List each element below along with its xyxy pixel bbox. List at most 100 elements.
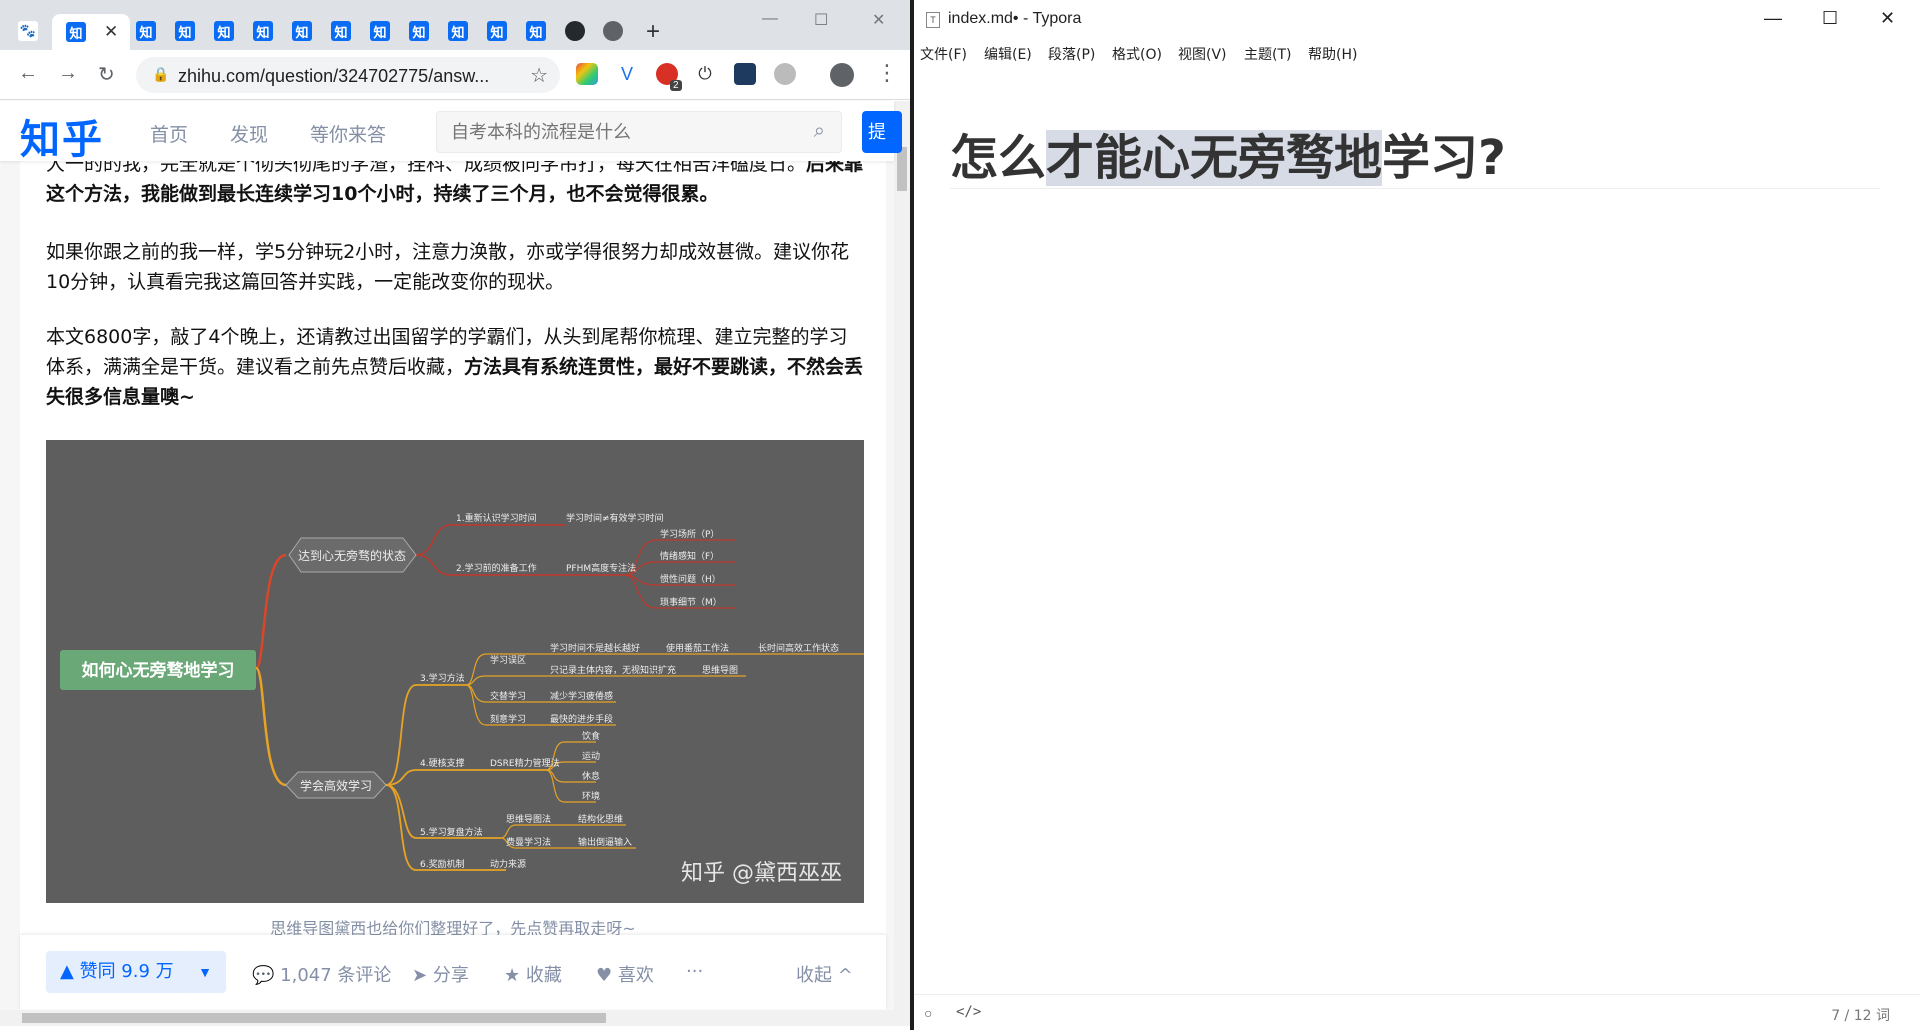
horizontal-scrollbar[interactable] <box>0 1010 910 1026</box>
tab-zhihu[interactable]: 知 <box>442 16 474 46</box>
menu-help[interactable]: 帮助(H) <box>1308 44 1357 64</box>
zhihu-favicon-icon: 知 <box>409 21 429 41</box>
minimize-button[interactable]: — <box>1764 8 1782 29</box>
tab-zhihu[interactable]: 知 <box>247 16 279 46</box>
react-devtools-icon[interactable] <box>734 63 756 85</box>
menu-theme[interactable]: 主题(T) <box>1244 44 1291 64</box>
zhihu-logo[interactable]: 知乎 <box>20 107 104 165</box>
menu-view[interactable]: 视图(V) <box>1178 44 1227 64</box>
mindmap-label: 运动 <box>582 751 600 762</box>
mindmap-branch1-label: 达到心无旁骛的状态 <box>298 548 406 563</box>
menu-file[interactable]: 文件(F) <box>920 44 967 64</box>
mindmap-watermark: 知乎 @黛西巫巫 <box>681 861 842 886</box>
tab-globe[interactable] <box>597 16 629 46</box>
mindmap-label: 学习时间≠有效学习时间 <box>566 512 664 524</box>
tab-zhihu[interactable]: 知 <box>325 16 357 46</box>
forward-arrow-icon[interactable]: → <box>58 62 78 85</box>
power-icon[interactable]: ⏻ <box>694 63 716 85</box>
collect-button[interactable]: ★ 收藏 <box>504 961 562 987</box>
zhihu-page: 大一的的我，完全就是个彻头彻尾的学渣，挂科、成绩被同学吊打，每天在相苦洋磕度日。… <box>0 161 894 1010</box>
upvote-button[interactable]: ▲ 赞同 9.9 万 <box>46 951 188 993</box>
share-button[interactable]: ➤ 分享 <box>412 961 469 987</box>
maximize-button[interactable]: ☐ <box>814 10 828 30</box>
downvote-button[interactable]: ▼ <box>184 951 226 993</box>
search-icon[interactable]: ⌕ <box>814 120 825 143</box>
lock-icon[interactable]: 🔒 <box>152 66 169 83</box>
menu-paragraph[interactable]: 段落(P) <box>1048 44 1095 64</box>
tab-zhihu[interactable]: 知 <box>208 16 240 46</box>
extension-rainbow-icon[interactable] <box>576 63 598 85</box>
profile-avatar-icon[interactable] <box>830 63 854 87</box>
typora-menubar: 文件(F) 编辑(E) 段落(P) 格式(O) 视图(V) 主题(T) 帮助(H… <box>914 38 1920 66</box>
typora-app-icon: T <box>926 12 940 28</box>
tab-zhihu[interactable]: 知 <box>364 16 396 46</box>
like-button[interactable]: ♥ 喜欢 <box>596 961 654 987</box>
back-arrow-icon[interactable]: ← <box>18 62 38 85</box>
mindmap-label: 6.奖励机制 <box>420 858 465 870</box>
heading-underline <box>950 188 1880 189</box>
word-count[interactable]: 7 / 12 词 <box>1831 1005 1890 1025</box>
mindmap-label: 休息 <box>582 770 600 782</box>
tab-zhihu[interactable]: 知 <box>286 16 318 46</box>
close-button[interactable]: ✕ <box>1880 8 1895 29</box>
wechat-icon[interactable] <box>774 63 796 85</box>
nav-explore[interactable]: 发现 <box>230 120 268 147</box>
zhihu-favicon-icon: 知 <box>175 21 195 41</box>
minimize-button[interactable]: — <box>762 10 778 28</box>
typora-statusbar: ○ </> 7 / 12 词 <box>914 994 1920 1030</box>
address-bar[interactable]: 🔒 zhihu.com/question/324702775/answ... ☆ <box>136 57 560 93</box>
reload-icon[interactable]: ↻ <box>98 62 115 87</box>
zhihu-favicon-icon: 知 <box>214 21 234 41</box>
mindmap-label: 思维导图法 <box>506 813 551 825</box>
vertical-scrollbar[interactable] <box>894 101 910 1010</box>
mindmap-label: DSRE精力管理法 <box>490 757 560 769</box>
scrollbar-thumb[interactable] <box>22 1013 606 1023</box>
mindmap-label: 结构化思维 <box>578 813 623 825</box>
zhihu-favicon-icon: 知 <box>448 21 468 41</box>
tab-zhihu[interactable]: 知 <box>169 16 201 46</box>
nav-waiting-answers[interactable]: 等你来答 <box>310 120 386 147</box>
tab-zhihu-active[interactable]: 知 ✕ <box>52 14 130 50</box>
mindmap-label: 学习时间不是越长越好 <box>550 642 640 654</box>
mindmap-label: 思维导图 <box>702 664 738 676</box>
typora-titlebar: T index.md• - Typora — ☐ ✕ <box>914 0 1920 38</box>
outline-toggle-icon[interactable]: ○ <box>924 1005 932 1021</box>
mindmap-label: PFHM高度专注法 <box>566 562 636 574</box>
extension-v-icon[interactable]: V <box>616 63 638 85</box>
search-input[interactable] <box>451 122 791 143</box>
close-button[interactable]: ✕ <box>872 10 885 30</box>
tab-baidu[interactable]: 🐾 <box>12 16 44 46</box>
ask-question-button[interactable]: 提 <box>862 111 902 153</box>
scrollbar-thumb[interactable] <box>897 147 907 191</box>
new-tab-button[interactable]: + <box>646 18 660 46</box>
source-code-mode-button[interactable]: </> <box>956 1004 981 1020</box>
mindmap-label: 学习误区 <box>490 654 526 666</box>
share-icon: ➤ <box>412 965 428 986</box>
mindmap-label: 动力来源 <box>490 858 526 870</box>
bookmark-star-icon[interactable]: ☆ <box>530 63 548 88</box>
menu-edit[interactable]: 编辑(E) <box>984 44 1032 64</box>
zhihu-favicon-icon: 知 <box>66 22 86 42</box>
tab-close-icon[interactable]: ✕ <box>104 22 118 42</box>
document-heading[interactable]: 怎么才能心无旁骛地学习? <box>950 118 1506 188</box>
maximize-button[interactable]: ☐ <box>1822 8 1838 29</box>
mindmap-image[interactable]: 如何心无旁骛地学习 达到心无旁骛的状态 学会高效学习 1.重新认识学习时间 学习… <box>46 440 864 903</box>
more-button[interactable]: ··· <box>686 961 703 982</box>
collapse-button[interactable]: 收起 ^ <box>796 961 853 987</box>
tab-zhihu[interactable]: 知 <box>130 16 162 46</box>
mindmap-label: 3.学习方法 <box>420 672 465 684</box>
tab-github[interactable] <box>559 16 591 46</box>
nav-home[interactable]: 首页 <box>150 120 188 147</box>
menu-format[interactable]: 格式(O) <box>1112 44 1162 64</box>
mindmap-root-label: 如何心无旁骛地学习 <box>82 660 235 681</box>
chrome-window: 🐾 知 ✕ 知 知 知 知 知 知 知 知 知 知 知 + — ☐ ✕ ← → <box>0 0 910 1030</box>
comments-button[interactable]: 💬 1,047 条评论 <box>252 961 391 987</box>
mindmap-label: 饮食 <box>582 730 600 742</box>
chrome-menu-icon[interactable]: ⋮ <box>876 60 898 86</box>
baidu-paw-icon: 🐾 <box>18 21 38 41</box>
tab-zhihu[interactable]: 知 <box>520 16 552 46</box>
tab-zhihu[interactable]: 知 <box>481 16 513 46</box>
tab-zhihu[interactable]: 知 <box>403 16 435 46</box>
tab-strip: 🐾 知 ✕ 知 知 知 知 知 知 知 知 知 知 知 + — ☐ ✕ <box>0 0 910 50</box>
mindmap-label: 情绪感知（F） <box>660 550 719 562</box>
